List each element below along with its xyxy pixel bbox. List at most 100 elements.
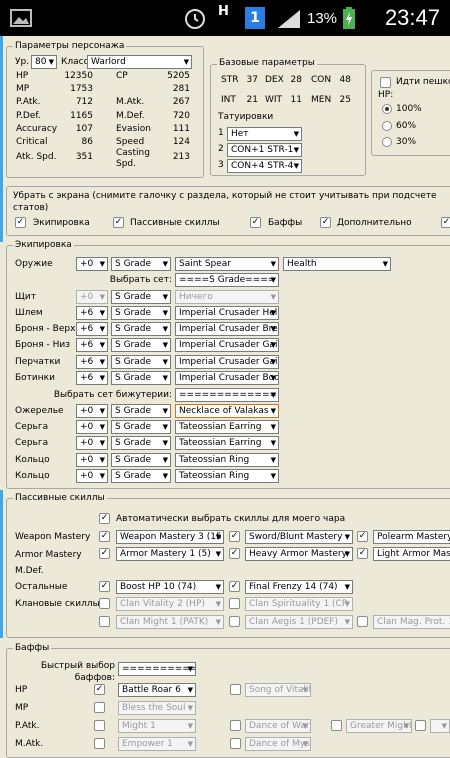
weapon-skill-checkbox[interactable]: ✓ — [229, 531, 240, 542]
filter-buffs-checkbox[interactable]: ✓ — [250, 217, 261, 228]
tattoo-select[interactable]: Нет ▼ — [227, 127, 302, 141]
enchant-select[interactable]: +0 ▼ — [76, 469, 108, 483]
armor-skill-checkbox[interactable]: ✓ — [229, 548, 240, 559]
item-select[interactable]: Imperial Crusader Gai ▼ — [175, 355, 279, 369]
grade-select[interactable]: S Grade ▼ — [111, 371, 171, 385]
buff-checkbox[interactable] — [230, 738, 241, 749]
buff-select[interactable]: Dance of Warri ▼ — [245, 719, 311, 733]
item-select[interactable]: Saint Spear ▼ — [175, 257, 279, 271]
other-skill-checkbox[interactable]: ✓ — [99, 581, 110, 592]
radio-30[interactable] — [382, 137, 392, 147]
grade-select[interactable]: S Grade ▼ — [111, 420, 171, 434]
buff-select[interactable]: Empower 1 ▼ — [118, 737, 196, 751]
tattoo-select[interactable]: CON+1 STR-1 ▼ — [227, 143, 302, 157]
buff-checkbox[interactable] — [230, 720, 241, 731]
weapon-skill-select[interactable]: Weapon Mastery 3 (15 ▼ — [116, 530, 224, 544]
other-skill-select[interactable]: Boost HP 10 (74) ▼ — [116, 580, 224, 594]
armor-skill-select[interactable]: Light Armor Maste▼ — [373, 547, 450, 561]
item-select[interactable]: Imperial Crusader Bre ▼ — [175, 322, 279, 336]
armor-skill-select[interactable]: Armor Mastery 1 (5) ▼ — [116, 547, 224, 561]
enchant-select[interactable]: +0 ▼ — [76, 257, 108, 271]
grade-select[interactable]: S Grade ▼ — [111, 453, 171, 467]
armor-skill-select[interactable]: Heavy Armor Mastery ▼ — [245, 547, 353, 561]
grade-select[interactable]: S Grade ▼ — [111, 290, 171, 304]
weapon-skill-checkbox[interactable]: ✓ — [99, 531, 110, 542]
set-select[interactable]: ====S Grade==== ▼ — [175, 273, 279, 287]
buff-checkbox[interactable] — [94, 720, 105, 731]
clan-skill-select[interactable]: Clan Vitality 2 (HP) ▼ — [116, 597, 224, 611]
clan-skill-checkbox[interactable] — [99, 598, 110, 609]
buff-select[interactable]: Dance of Mysti ▼ — [245, 737, 311, 751]
item-select[interactable]: Imperial Crusader Hel ▼ — [175, 306, 279, 320]
grade-select[interactable]: S Grade ▼ — [111, 355, 171, 369]
clan-skill-select[interactable]: Clan Mag. Prot. 1▼ — [373, 615, 450, 629]
jewel-set-select[interactable]: ================▼ — [175, 388, 279, 402]
enchant-select[interactable]: +0 ▼ — [76, 436, 108, 450]
enchant-select[interactable]: +6 ▼ — [76, 306, 108, 320]
grade-select[interactable]: S Grade ▼ — [111, 257, 171, 271]
clan-skill-checkbox[interactable] — [99, 616, 110, 627]
tattoo-select[interactable]: CON+4 STR-4 ▼ — [227, 159, 302, 173]
clan-skill-checkbox[interactable] — [229, 616, 240, 627]
buff-checkbox[interactable] — [230, 684, 241, 695]
weapon-skill-select[interactable]: Polearm Mastery 4▼ — [373, 530, 450, 544]
enchant-select[interactable]: +6 ▼ — [76, 338, 108, 352]
grade-select[interactable]: S Grade ▼ — [111, 322, 171, 336]
enchant-select[interactable]: +6 ▼ — [76, 322, 108, 336]
grade-select[interactable]: S Grade ▼ — [111, 469, 171, 483]
buff-checkbox[interactable] — [331, 720, 342, 731]
clan-skill-select[interactable]: Clan Might 1 (PATK) ▼ — [116, 615, 224, 629]
weapon-skill-checkbox[interactable]: ✓ — [357, 531, 368, 542]
clan-skill-checkbox[interactable] — [357, 616, 368, 627]
class-select[interactable]: Warlord ▼ — [87, 55, 192, 69]
buff-checkbox[interactable] — [415, 720, 426, 731]
item-select[interactable]: Imperial Crusader Boo ▼ — [175, 371, 279, 385]
grade-select[interactable]: S Grade ▼ — [111, 436, 171, 450]
grade-select[interactable]: S Grade ▼ — [111, 338, 171, 352]
enchant-select[interactable]: +6 ▼ — [76, 371, 108, 385]
filter-extra-checkbox[interactable]: ✓ — [320, 217, 331, 228]
quick-buffs-select[interactable]: ============▼ — [118, 662, 196, 676]
item-select[interactable]: Ничего ▼ — [175, 290, 279, 304]
weapon-extra-select[interactable]: Health ▼ — [283, 257, 391, 271]
radio-100[interactable] — [382, 104, 392, 114]
clan-skill-select[interactable]: Clan Spirituality 1 (CP ▼ — [245, 597, 353, 611]
buff-select[interactable]: ▼ — [430, 719, 450, 733]
enchant-select[interactable]: +0 ▼ — [76, 404, 108, 418]
buff-select[interactable]: Battle Roar 6 ▼ — [118, 683, 196, 697]
item-select[interactable]: Tateossian Earring ▼ — [175, 436, 279, 450]
buff-select[interactable]: Greater Might 1▼ — [346, 719, 412, 733]
clan-skill-checkbox[interactable] — [229, 598, 240, 609]
enchant-select[interactable]: +0 ▼ — [76, 453, 108, 467]
level-select[interactable]: 80 ▼ — [31, 55, 57, 69]
weapon-skill-select[interactable]: Sword/Blunt Mastery ▼ — [245, 530, 353, 544]
walk-checkbox[interactable] — [380, 77, 391, 88]
other-skill-select[interactable]: Final Frenzy 14 (74) ▼ — [245, 580, 353, 594]
buff-checkbox[interactable] — [94, 702, 105, 713]
buff-select[interactable]: Bless the Soul ▼ — [118, 701, 196, 715]
item-select[interactable]: Tateossian Ring ▼ — [175, 453, 279, 467]
buff-select[interactable]: Song of Vitality ▼ — [245, 683, 311, 697]
item-select[interactable]: Tateossian Ring ▼ — [175, 469, 279, 483]
grade-select[interactable]: S Grade ▼ — [111, 404, 171, 418]
auto-skills-checkbox[interactable]: ✓ — [99, 513, 110, 524]
enchant-select[interactable]: +6 ▼ — [76, 355, 108, 369]
radio-60[interactable] — [382, 121, 392, 131]
filter-equip-checkbox[interactable]: ✓ — [15, 217, 26, 228]
filter-passive-checkbox[interactable]: ✓ — [113, 217, 124, 228]
enchant-select[interactable]: +0 ▼ — [76, 420, 108, 434]
armor-skill-checkbox[interactable]: ✓ — [99, 548, 110, 559]
grade-select[interactable]: S Grade ▼ — [111, 306, 171, 320]
item-select[interactable]: Necklace of Valakas ▼ — [175, 404, 279, 418]
buff-checkbox[interactable]: ✓ — [94, 684, 105, 695]
filter-more-checkbox[interactable]: ✓ — [441, 217, 450, 228]
buff-select[interactable]: Might 1 ▼ — [118, 719, 196, 733]
enchant-select[interactable]: +0 ▼ — [76, 290, 108, 304]
clan-skill-select[interactable]: Clan Aegis 1 (PDEF) ▼ — [245, 615, 353, 629]
other-skill-checkbox[interactable]: ✓ — [229, 581, 240, 592]
buff-checkbox[interactable] — [94, 738, 105, 749]
item-select[interactable]: Tateossian Earring ▼ — [175, 420, 279, 434]
class-label: Класс — [61, 57, 89, 67]
item-select[interactable]: Imperial Crusader Gai ▼ — [175, 338, 279, 352]
armor-skill-checkbox[interactable]: ✓ — [357, 548, 368, 559]
